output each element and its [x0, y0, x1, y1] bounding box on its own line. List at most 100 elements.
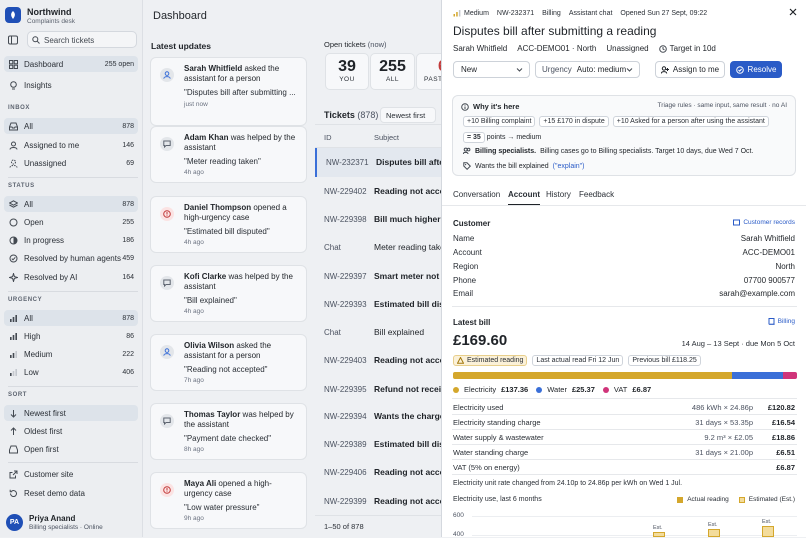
- update-card[interactable]: Adam Khan was helped by the assistant "M…: [150, 126, 307, 183]
- table-row[interactable]: NW-229399 Reading not accepted: [315, 487, 442, 516]
- last-actual-read: Last actual read Fri 12 Jun: [532, 355, 624, 366]
- sidebar-item-inbox-all[interactable]: All 878: [4, 118, 138, 134]
- usage-chart-legend: Actual reading Estimated (Est.): [677, 496, 795, 503]
- tickets-title: Tickets: [324, 110, 355, 120]
- table-row[interactable]: NW-229398 Bill much higher than usual: [315, 205, 442, 234]
- chip-text: £170 in dispute: [557, 118, 605, 125]
- update-time: 7h ago: [184, 377, 204, 384]
- table-row[interactable]: NW-229393 Estimated bill disputed: [315, 290, 442, 319]
- usage-bar: [653, 532, 665, 537]
- target-label: Target in 10d: [669, 44, 716, 53]
- field-value: North: [775, 262, 795, 271]
- bill-line-label: Water standing charge: [453, 448, 529, 457]
- sidebar-item-low[interactable]: Low 406: [4, 364, 138, 380]
- ticket-id: NW-229395: [324, 385, 367, 394]
- sidebar-item-high[interactable]: High 86: [4, 328, 138, 344]
- reset-demo-button[interactable]: Reset demo data: [4, 485, 138, 501]
- avatar[interactable]: PA: [6, 514, 23, 531]
- column-id[interactable]: ID: [324, 133, 332, 142]
- actual-swatch: [677, 496, 684, 503]
- sidebar-item-in-progress[interactable]: In progress 186: [4, 232, 138, 248]
- sidebar-item-label: Resolved by human agents: [24, 253, 121, 263]
- sidebar-item-assigned-to-me[interactable]: Assigned to me 146: [4, 137, 138, 153]
- sidebar-item-unassigned[interactable]: Unassigned 69: [4, 155, 138, 171]
- billing-link[interactable]: Billing: [768, 318, 795, 325]
- field-label: Phone: [453, 276, 477, 285]
- card-icon: [733, 219, 741, 226]
- sort-oldest-first[interactable]: Oldest first: [4, 423, 138, 439]
- customer-records-label: Customer records: [743, 219, 795, 226]
- stat-you[interactable]: 39 YOU: [325, 53, 369, 90]
- column-subject[interactable]: Subject: [374, 133, 399, 142]
- update-quote: "Low water pressure": [184, 503, 260, 512]
- table-row[interactable]: Chat Meter reading taken: [315, 233, 442, 262]
- table-row[interactable]: NW-229397 Smart meter not sending reading…: [315, 262, 442, 291]
- users-icon: [463, 147, 471, 155]
- close-icon[interactable]: [789, 8, 797, 16]
- update-card[interactable]: Sarah Whitfield asked the assistant for …: [150, 57, 307, 126]
- sidebar-item-resolved-by-human[interactable]: Resolved by human agents 459: [4, 250, 138, 266]
- sidebar-item-dashboard[interactable]: Dashboard 255 open: [4, 56, 138, 72]
- user-outline-icon: [8, 158, 18, 168]
- tab-conversation[interactable]: Conversation: [453, 190, 500, 199]
- search-input[interactable]: Search tickets: [27, 31, 137, 48]
- update-card[interactable]: Olivia Wilson asked the assistant for a …: [150, 334, 307, 391]
- tickets-heading: Tickets (878): [324, 110, 378, 120]
- urgency-select[interactable]: Urgency Auto: medium: [535, 61, 640, 78]
- sidebar-item-label: Newest first: [24, 408, 66, 418]
- table-row[interactable]: NW-229394 Wants the charges explained: [315, 402, 442, 431]
- stat-all[interactable]: 255 ALL: [370, 53, 415, 90]
- update-card[interactable]: Thomas Taylor was helped by the assistan…: [150, 403, 307, 460]
- bill-line-calc: 31 days × 53.35p: [695, 418, 753, 427]
- table-row[interactable]: NW-229389 Estimated bill disputed: [315, 430, 442, 459]
- sidebar-item-label: In progress: [24, 235, 65, 245]
- explain-link[interactable]: ("explain"): [553, 163, 585, 170]
- layers-icon: [8, 199, 18, 209]
- divider: [442, 205, 806, 206]
- sidebar-item-open[interactable]: Open 255: [4, 214, 138, 230]
- info-icon: [461, 102, 469, 111]
- sidebar-item-label: Low: [24, 367, 39, 377]
- update-card[interactable]: Maya Ali opened a high-urgency case "Low…: [150, 472, 307, 529]
- medium-urgency-icon: [8, 349, 18, 359]
- sidebar-item-label: Unassigned: [24, 158, 67, 168]
- update-person: Thomas Taylor: [184, 410, 241, 419]
- table-row[interactable]: NW-229402 Reading not accepted: [315, 177, 442, 206]
- sidebar-item-insights[interactable]: Insights: [4, 77, 138, 93]
- tab-history[interactable]: History: [546, 190, 571, 199]
- resolve-button[interactable]: Resolve: [730, 61, 782, 78]
- table-row[interactable]: NW-229395 Refund not received: [315, 375, 442, 404]
- tab-feedback[interactable]: Feedback: [579, 190, 614, 199]
- update-card[interactable]: Daniel Thompson opened a high-urgency ca…: [150, 196, 307, 253]
- user-role: Billing specialists · Online: [29, 524, 103, 531]
- urgency-tag: Medium: [453, 9, 489, 17]
- customer-name[interactable]: Sarah Whitfield: [453, 44, 507, 53]
- tab-account[interactable]: Account: [508, 190, 540, 206]
- sort-newest-first[interactable]: Newest first: [4, 405, 138, 421]
- sort-open-first[interactable]: Open first: [4, 441, 138, 457]
- sidebar-toggle-icon[interactable]: [8, 35, 18, 45]
- table-row[interactable]: NW-229403 Reading not accepted: [315, 346, 442, 375]
- latest-bill-title: Latest bill: [453, 318, 491, 327]
- sidebar-item-label: Open first: [24, 444, 59, 454]
- sidebar-heading-sort: SORT: [8, 392, 28, 398]
- target-tag: Target in 10d: [658, 44, 716, 53]
- bar-label: Est.: [653, 525, 663, 531]
- table-row[interactable]: NW-229406 Reading not accepted: [315, 458, 442, 487]
- table-row[interactable]: NW-232371 Disputes bill after submitting …: [315, 148, 444, 177]
- table-row[interactable]: Chat Bill explained: [315, 318, 442, 347]
- receipt-icon: [768, 318, 775, 325]
- status-select[interactable]: New: [453, 61, 530, 78]
- update-card[interactable]: Kofi Clarke was helped by the assistant …: [150, 265, 307, 322]
- customer-records-link[interactable]: Customer records: [733, 219, 795, 226]
- high-urgency-icon: [8, 331, 18, 341]
- sidebar-item-medium[interactable]: Medium 222: [4, 346, 138, 362]
- customer-site-link[interactable]: Customer site: [4, 466, 138, 482]
- sidebar-item-resolved-by-ai[interactable]: Resolved by AI 164: [4, 269, 138, 285]
- assign-to-me-button[interactable]: Assign to me: [655, 61, 725, 78]
- sidebar-item-urgency-all[interactable]: All 878: [4, 310, 138, 326]
- sidebar-item-status-all[interactable]: All 878: [4, 196, 138, 212]
- sort-select[interactable]: Newest first: [380, 107, 436, 123]
- sidebar-item-count: 255 open: [104, 60, 134, 68]
- divider: [8, 177, 138, 178]
